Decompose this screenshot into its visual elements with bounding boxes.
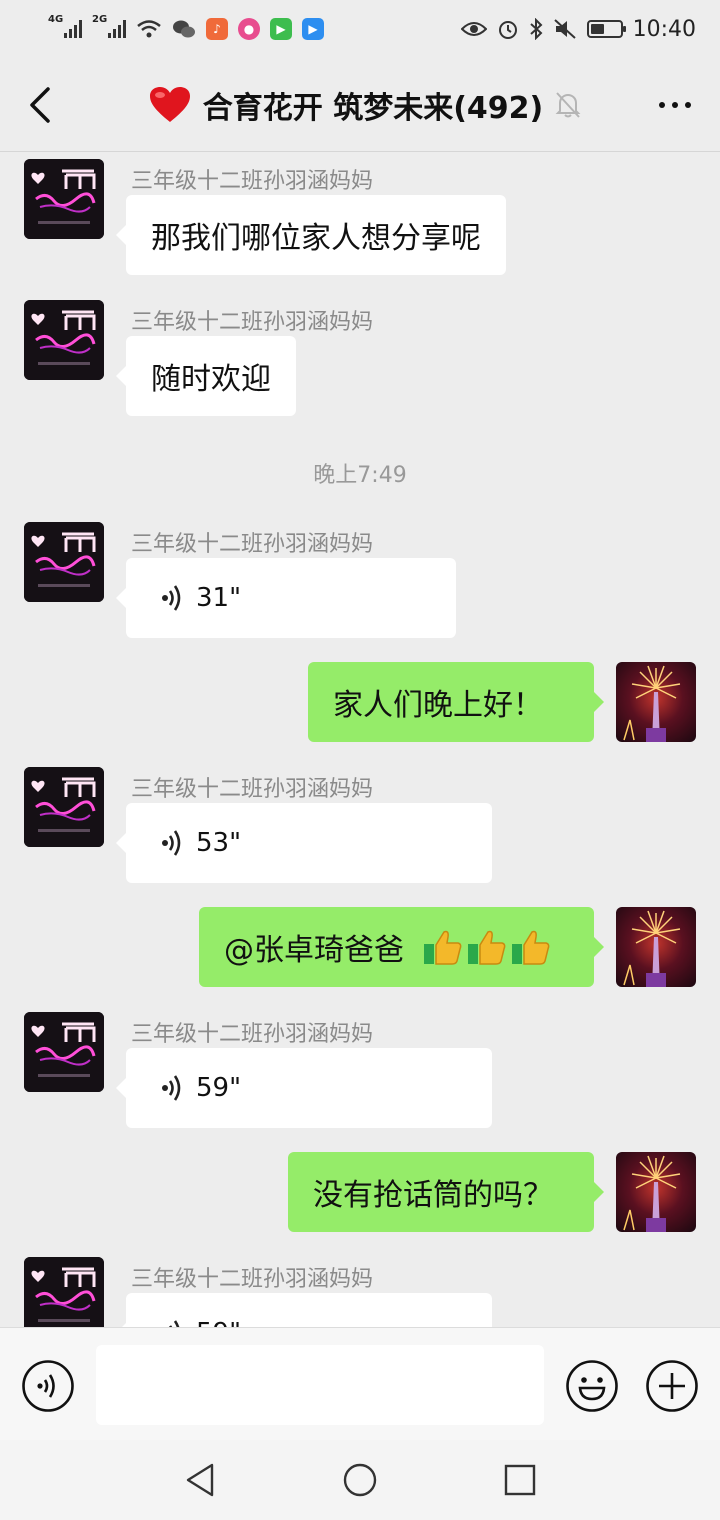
group-title: 合育花开 筑梦未来(492) [202,90,544,126]
fireworks-avatar-image [623,1155,681,1232]
avatar[interactable] [616,1152,696,1232]
message-bubble[interactable]: 家人们晚上好！ [308,662,604,742]
voice-duration: 53" [196,828,242,858]
mute-icon [553,19,576,39]
square-recents-icon [504,1464,536,1496]
thumbs-up-icons [422,928,552,966]
signal-icon: 4G [48,14,82,38]
wechat-notification-icon [173,20,195,38]
message-text: 随时欢迎 [151,362,271,397]
avatar[interactable] [24,1257,104,1327]
system-nav-bar [0,1440,720,1520]
more-functions-button[interactable] [645,1359,699,1413]
avatar[interactable] [616,662,696,742]
emoji-icon [566,1360,618,1412]
status-bar: 4G 2G ♪ ● ▶ ▶ 10:40 [0,0,720,58]
heart-icon [149,86,190,122]
avatar[interactable] [24,767,104,847]
neon-avatar-image [24,159,104,239]
sender-name: 三年级十二班孙羽涵妈妈 [131,169,374,194]
network-type-2: 2G [92,14,108,25]
network-type-1: 4G [48,14,64,25]
iqiyi-app-icon: ▶ [270,18,292,40]
signal-icon-2: 2G [92,14,126,38]
message-bubble[interactable]: 那我们哪位家人想分享呢 [116,195,506,275]
neon-avatar-image [24,1257,104,1327]
avatar[interactable] [24,159,104,239]
circle-home-icon [343,1463,377,1497]
message-bubble[interactable]: @张卓琦爸爸 [199,907,604,987]
neon-avatar-image [24,1012,104,1092]
sender-name: 三年级十二班孙羽涵妈妈 [131,310,374,335]
shopping-app-icon: ● [238,18,260,40]
triangle-back-icon [186,1463,214,1497]
sender-name: 三年级十二班孙羽涵妈妈 [131,777,374,802]
neon-avatar-image [24,522,104,602]
avatar[interactable] [616,907,696,987]
bluetooth-icon [529,18,543,40]
message-input[interactable] [96,1345,544,1425]
eye-icon [460,22,487,36]
avatar[interactable] [24,1012,104,1092]
avatar[interactable] [24,522,104,602]
thumbs-up-icon [424,930,462,965]
wifi-icon [137,20,161,38]
neon-avatar-image [24,300,104,380]
voice-message-bubble[interactable]: 31" [116,558,456,638]
voice-wave-icon [162,585,181,611]
neon-avatar-image [24,767,104,847]
voice-duration: 59" [196,1073,242,1103]
more-icon [659,101,691,108]
chat-title-area[interactable]: 合育花开 筑梦未来(492) [100,83,630,127]
nav-home-button[interactable] [340,1460,380,1500]
input-bar [0,1327,720,1440]
message-text: 没有抢话筒的吗？ [313,1178,553,1213]
message-bubble[interactable]: 没有抢话筒的吗？ [288,1152,604,1232]
bell-off-icon [555,91,581,118]
sender-name: 三年级十二班孙羽涵妈妈 [131,532,374,557]
nav-recents-button[interactable] [500,1460,540,1500]
thumbs-up-icon [468,930,506,965]
voice-wave-icon [162,1075,181,1101]
avatar[interactable] [24,300,104,380]
chat-area[interactable]: 三年级十二班孙羽涵妈妈 那我们哪位家人想分享呢 三年级十二班孙羽涵妈妈 随时欢迎… [0,153,720,1327]
chat-header: 合育花开 筑梦未来(492) [0,58,720,152]
message-text: 家人们晚上好！ [333,688,543,723]
alarm-icon [498,21,517,39]
message-text: 那我们哪位家人想分享呢 [151,221,481,256]
chevron-left-icon [30,86,50,123]
status-time: 10:40 [632,16,696,42]
voice-icon [22,1360,74,1412]
nav-back-button[interactable] [180,1460,220,1500]
timestamp: 晚上7:49 [313,463,407,488]
message-bubble[interactable]: 随时欢迎 [116,336,296,416]
fireworks-avatar-image [623,910,681,987]
voice-duration: 31" [196,583,242,613]
plus-icon [646,1360,698,1412]
voice-wave-icon [168,1320,180,1327]
fireworks-avatar-image [623,665,681,742]
battery-icon [586,20,626,38]
thumbs-up-icon [512,930,550,965]
voice-duration: 59" [196,1318,241,1327]
message-text: @张卓琦爸爸 [224,933,404,968]
video-app-icon: ▶ [302,18,324,40]
voice-message-bubble[interactable]: 59" [116,1048,492,1128]
listen-app-icon: ♪ [206,18,228,40]
voice-message-bubble[interactable]: 53" [116,803,492,883]
voice-input-button[interactable] [21,1359,75,1413]
sender-name: 三年级十二班孙羽涵妈妈 [131,1022,374,1047]
back-button[interactable] [0,58,80,152]
voice-wave-icon [162,830,181,856]
voice-message-bubble[interactable]: 59" [116,1293,492,1327]
sender-name: 三年级十二班孙羽涵妈妈 [131,1267,374,1292]
more-button[interactable] [630,58,720,152]
emoji-button[interactable] [565,1359,619,1413]
